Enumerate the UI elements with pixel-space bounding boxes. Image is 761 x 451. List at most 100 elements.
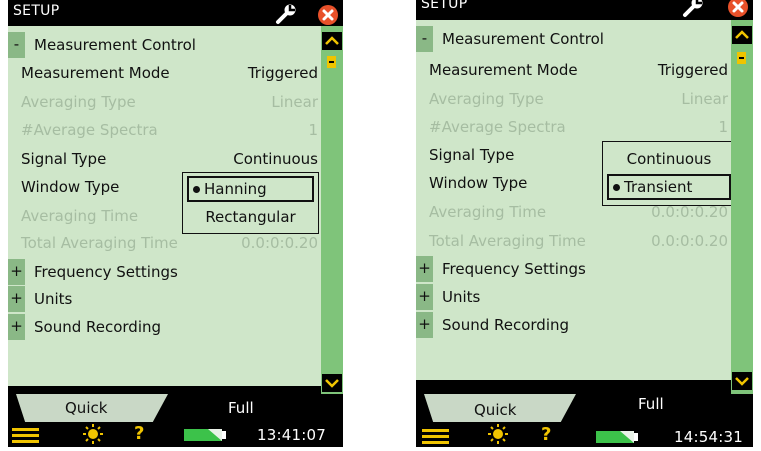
tab-full[interactable]: Full bbox=[638, 395, 664, 413]
clock: 13:41:07 bbox=[257, 426, 326, 444]
setting-value: 1 bbox=[308, 121, 318, 139]
scroll-thumb[interactable] bbox=[327, 56, 336, 68]
setting-label: Window Type bbox=[21, 178, 120, 196]
backlight-icon[interactable] bbox=[81, 423, 105, 445]
setting-label: Averaging Time bbox=[21, 207, 139, 225]
tab-quick-label[interactable]: Quick bbox=[474, 401, 516, 419]
section-label: Measurement Control bbox=[442, 30, 604, 48]
window-type-popup: Hanning Rectangular bbox=[182, 172, 319, 234]
option-rectangular[interactable]: Rectangular bbox=[187, 204, 314, 230]
selected-dot bbox=[613, 183, 620, 191]
setting-label: Window Type bbox=[429, 174, 528, 192]
setting-row: #Average Spectra 1 bbox=[416, 114, 731, 140]
tab-quick-label[interactable]: Quick bbox=[65, 399, 107, 417]
setting-label: Averaging Type bbox=[429, 90, 544, 108]
expand-toggle[interactable]: + bbox=[8, 286, 25, 312]
setting-value[interactable]: Continuous bbox=[233, 146, 318, 172]
setting-value: 0.0:0:0.20 bbox=[651, 232, 728, 250]
expand-toggle[interactable]: + bbox=[416, 312, 433, 338]
battery-icon bbox=[596, 431, 638, 443]
backlight-icon[interactable] bbox=[486, 423, 510, 445]
option-label: Continuous bbox=[626, 150, 712, 168]
option-hanning[interactable]: Hanning bbox=[187, 176, 314, 202]
scroll-down-icon[interactable] bbox=[732, 372, 752, 390]
section-label: Units bbox=[34, 290, 73, 308]
setting-label: Signal Type bbox=[429, 146, 515, 164]
expand-toggle[interactable]: + bbox=[8, 259, 25, 285]
setting-row: #Average Spectra 1 bbox=[8, 117, 321, 143]
close-icon[interactable] bbox=[727, 0, 749, 18]
device-screen-right: SETUP - Measurement Control Measurement … bbox=[416, 0, 753, 447]
scroll-thumb[interactable] bbox=[737, 52, 746, 64]
section-sound-recording[interactable]: + Sound Recording bbox=[416, 312, 731, 338]
clock: 14:54:31 bbox=[674, 428, 743, 446]
section-units[interactable]: + Units bbox=[8, 286, 321, 312]
wrench-icon[interactable] bbox=[275, 3, 297, 25]
section-sound-recording[interactable]: + Sound Recording bbox=[8, 314, 321, 340]
section-label: Measurement Control bbox=[34, 36, 196, 54]
setting-row[interactable]: Measurement Mode Triggered bbox=[416, 57, 731, 83]
option-label: Rectangular bbox=[205, 208, 296, 226]
section-units[interactable]: + Units bbox=[416, 284, 731, 310]
selected-dot bbox=[193, 185, 200, 193]
battery-icon bbox=[184, 429, 226, 441]
signal-type-popup: Continuous Transient bbox=[602, 141, 731, 206]
setting-value: Linear bbox=[681, 90, 728, 108]
option-continuous[interactable]: Continuous bbox=[607, 146, 731, 172]
setup-list: - Measurement Control Measurement Mode T… bbox=[416, 20, 731, 380]
setting-label: Total Averaging Time bbox=[21, 234, 178, 252]
status-bar: ? 14:54:31 bbox=[416, 422, 753, 447]
setting-label: Signal Type bbox=[21, 150, 107, 168]
expand-toggle[interactable]: + bbox=[416, 284, 433, 310]
title-bar: SETUP bbox=[416, 0, 753, 20]
setting-value[interactable]: Triggered bbox=[658, 57, 728, 83]
tab-bar: Quick Full bbox=[416, 394, 753, 422]
wrench-icon[interactable] bbox=[682, 0, 704, 18]
section-frequency-settings[interactable]: + Frequency Settings bbox=[8, 259, 321, 285]
scroll-down-icon[interactable] bbox=[322, 374, 342, 392]
setting-row: Averaging Type Linear bbox=[416, 86, 731, 112]
collapse-toggle[interactable]: - bbox=[416, 26, 433, 52]
menu-icon[interactable] bbox=[11, 424, 41, 446]
setting-value: 1 bbox=[718, 118, 728, 136]
option-transient[interactable]: Transient bbox=[607, 174, 731, 200]
setting-row: Total Averaging Time 0.0:0:0.20 bbox=[416, 228, 731, 254]
help-icon[interactable]: ? bbox=[541, 424, 551, 445]
screen-title: SETUP bbox=[421, 0, 468, 12]
screen-title: SETUP bbox=[13, 3, 60, 19]
close-icon[interactable] bbox=[317, 4, 339, 26]
menu-icon[interactable] bbox=[421, 425, 451, 447]
section-label: Frequency Settings bbox=[442, 260, 586, 278]
expand-toggle[interactable]: + bbox=[416, 256, 433, 282]
collapse-toggle[interactable]: - bbox=[8, 32, 25, 58]
setting-label: Measurement Mode bbox=[429, 61, 578, 79]
section-frequency-settings[interactable]: + Frequency Settings bbox=[416, 256, 731, 282]
section-label: Sound Recording bbox=[34, 318, 162, 336]
setting-label: Total Averaging Time bbox=[429, 232, 586, 250]
section-label: Sound Recording bbox=[442, 316, 570, 334]
scrollbar[interactable] bbox=[321, 26, 343, 394]
setting-label: Averaging Time bbox=[429, 203, 547, 221]
expand-toggle[interactable]: + bbox=[8, 314, 25, 340]
setting-value[interactable]: Triggered bbox=[248, 60, 318, 86]
title-bar: SETUP bbox=[8, 0, 343, 26]
section-measurement-control[interactable]: - Measurement Control bbox=[8, 32, 321, 58]
scrollbar[interactable] bbox=[731, 20, 753, 394]
setting-label: #Average Spectra bbox=[429, 118, 566, 136]
tab-full[interactable]: Full bbox=[228, 399, 254, 417]
setting-label: Averaging Type bbox=[21, 93, 136, 111]
setting-label: Measurement Mode bbox=[21, 64, 170, 82]
setting-row: Averaging Type Linear bbox=[8, 89, 321, 115]
section-measurement-control[interactable]: - Measurement Control bbox=[416, 26, 731, 52]
option-label: Transient bbox=[624, 178, 693, 196]
setting-row[interactable]: Measurement Mode Triggered bbox=[8, 60, 321, 86]
setting-label: #Average Spectra bbox=[21, 121, 158, 139]
section-label: Frequency Settings bbox=[34, 263, 178, 281]
scroll-up-icon[interactable] bbox=[322, 32, 342, 50]
help-icon[interactable]: ? bbox=[134, 423, 144, 444]
scroll-up-icon[interactable] bbox=[732, 26, 752, 44]
option-label: Hanning bbox=[204, 180, 267, 198]
setting-row[interactable]: Signal Type Continuous bbox=[8, 146, 321, 172]
setting-value: Linear bbox=[271, 93, 318, 111]
tab-bar: Quick Full bbox=[8, 394, 343, 422]
